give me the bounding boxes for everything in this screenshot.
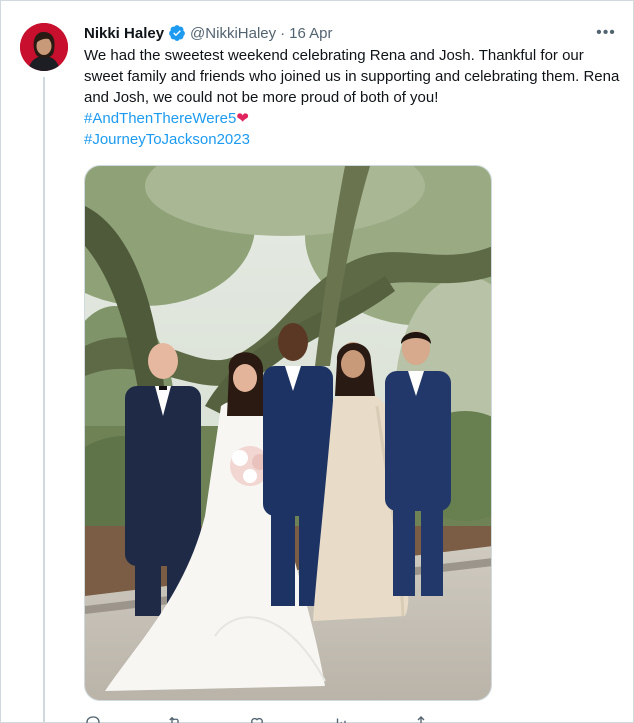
avatar[interactable] <box>20 23 68 71</box>
hashtag-line-1: #AndThenThereWere5❤ <box>84 108 624 129</box>
retweet-icon <box>169 716 179 723</box>
tweet-card: Nikki Haley @NikkiHaley · 16 Apr ••• We … <box>0 0 634 723</box>
retweet-button[interactable] <box>166 714 184 723</box>
avatar-image <box>20 23 68 71</box>
more-options-icon[interactable]: ••• <box>595 23 617 43</box>
verified-badge-icon <box>169 25 185 41</box>
hashtag-line-2: #JourneyToJackson2023 <box>84 129 624 150</box>
share-button[interactable] <box>412 714 430 723</box>
separator-dot: · <box>280 24 286 42</box>
tweet-date[interactable]: 16 Apr <box>289 25 332 42</box>
tweet-photo[interactable] <box>84 165 492 701</box>
like-icon <box>251 717 263 723</box>
like-button[interactable] <box>248 714 266 723</box>
wedding-family-photo <box>85 166 491 700</box>
tweet-text: We had the sweetest weekend celebrating … <box>84 45 624 150</box>
hashtag-journey-to-jackson[interactable]: #JourneyToJackson2023 <box>84 131 250 148</box>
tweet-body: We had the sweetest weekend celebrating … <box>84 47 620 106</box>
thread-line <box>43 77 45 723</box>
hashtag-and-then-there-were-5[interactable]: #AndThenThereWere5 <box>84 110 236 127</box>
red-heart-emoji: ❤ <box>236 110 249 127</box>
author-name[interactable]: Nikki Haley <box>84 25 164 42</box>
views-icon <box>333 718 346 723</box>
reply-button[interactable] <box>84 714 102 723</box>
tweet-header: Nikki Haley @NikkiHaley · 16 Apr <box>84 23 333 43</box>
reply-icon <box>86 716 100 723</box>
tweet-actions <box>84 713 544 723</box>
share-icon <box>417 716 425 723</box>
author-handle[interactable]: @NikkiHaley <box>190 25 276 42</box>
views-button[interactable] <box>330 714 348 723</box>
